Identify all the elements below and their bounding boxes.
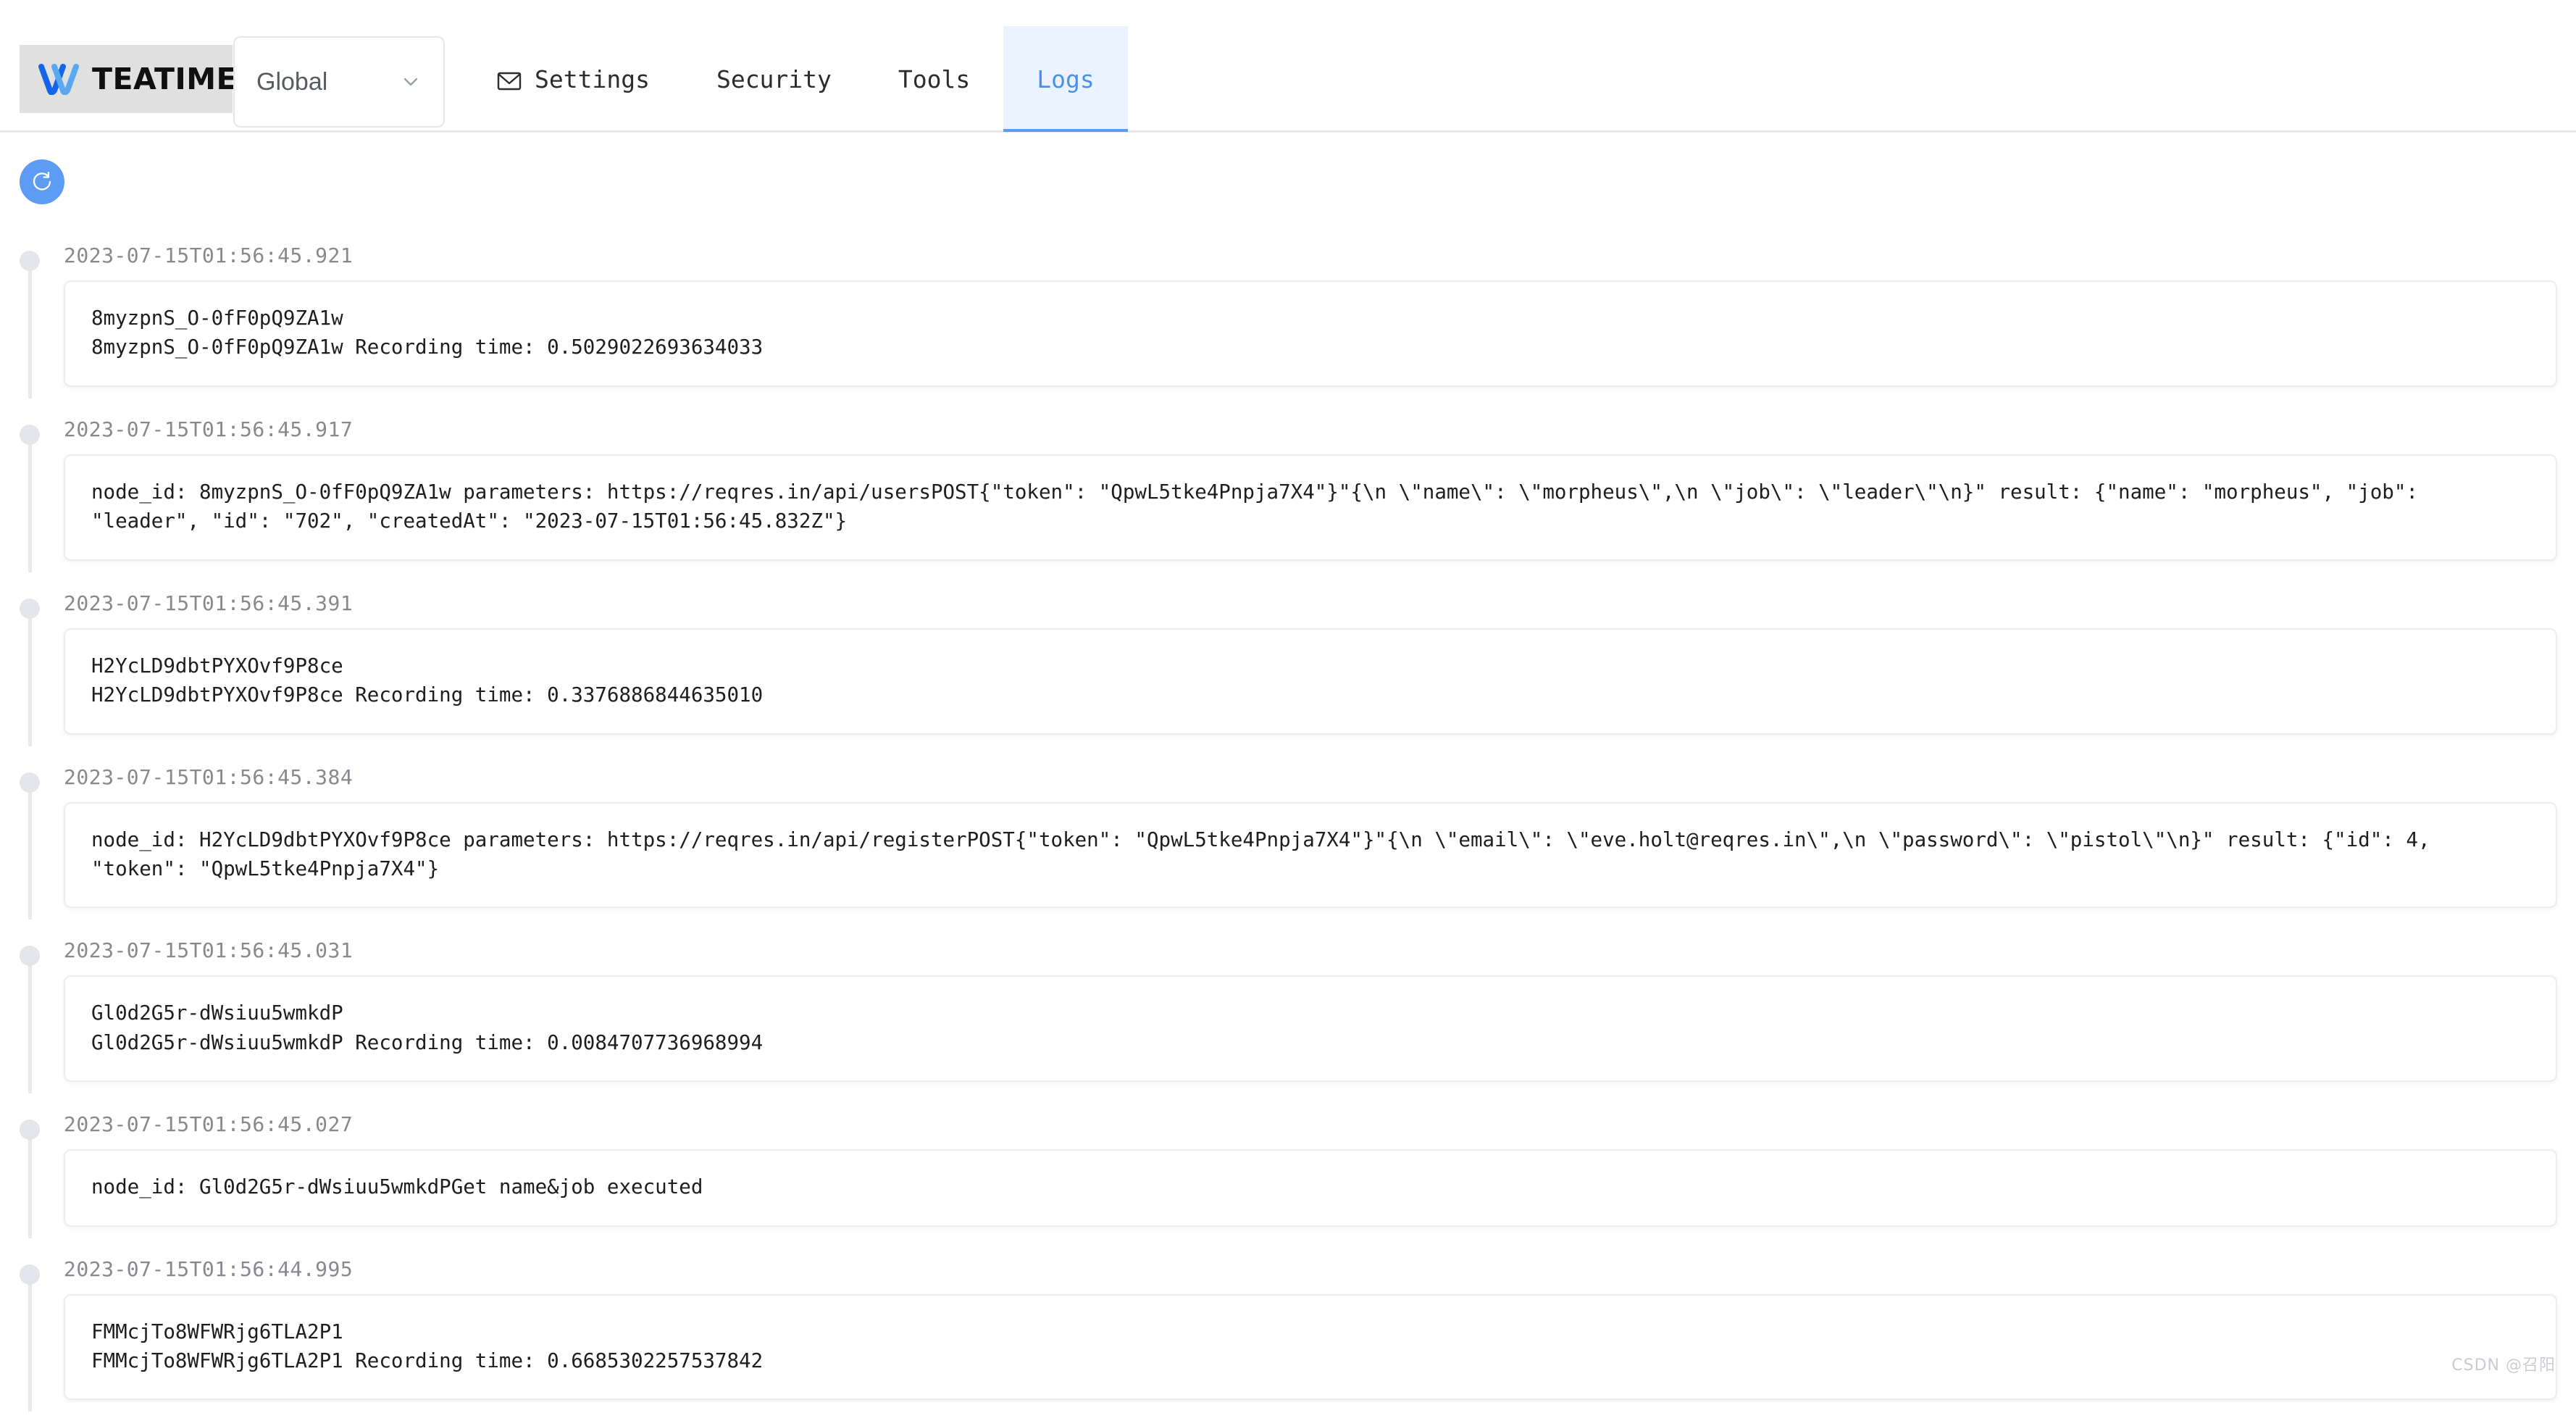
timeline-connector [28, 1264, 32, 1412]
log-message: H2YcLD9dbtPYXOvf9P8ce H2YcLD9dbtPYXOvf9P… [91, 651, 2530, 710]
timeline-dot [20, 1119, 40, 1140]
log-timestamp: 2023-07-15T01:56:45.391 [64, 587, 2576, 628]
timeline-connector [28, 772, 32, 920]
envelope-icon [497, 69, 522, 89]
log-card[interactable]: 8myzpnS_O-0fF0pQ9ZA1w 8myzpnS_O-0fF0pQ9Z… [64, 280, 2557, 387]
region-select-value: Global [256, 68, 327, 96]
log-entry: 2023-07-15T01:56:45.921 8myzpnS_O-0fF0pQ9… [0, 239, 2576, 387]
log-message: 8myzpnS_O-0fF0pQ9ZA1w 8myzpnS_O-0fF0pQ9Z… [91, 304, 2530, 362]
tab-tools-label: Tools [898, 65, 970, 93]
timeline-connector [28, 946, 32, 1093]
log-timestamp: 2023-07-15T01:56:45.917 [64, 413, 2576, 454]
timeline-connector [28, 425, 32, 572]
brand-logo-block: TEATIME [20, 45, 233, 113]
log-card[interactable]: H2YcLD9dbtPYXOvf9P8ce H2YcLD9dbtPYXOvf9P… [64, 628, 2557, 735]
tab-tools[interactable]: Tools [865, 26, 1003, 132]
tab-logs-label: Logs [1037, 65, 1094, 93]
log-timestamp: 2023-07-15T01:56:45.031 [64, 934, 2576, 975]
main-tabs: Settings Security Tools Logs [464, 26, 1128, 132]
log-message: FMMcjTo8WFWRjg6TLA2P1 FMMcjTo8WFWRjg6TLA… [91, 1317, 2530, 1376]
log-entry: 2023-07-15T01:56:45.917 node_id: 8myzpnS_… [0, 413, 2576, 561]
log-entry: 2023-07-15T01:56:45.391 H2YcLD9dbtPYXOvf9… [0, 587, 2576, 735]
chevron-down-icon [400, 71, 422, 93]
refresh-icon [30, 170, 54, 195]
log-message: Gl0d2G5r-dWsiuu5wmkdP Gl0d2G5r-dWsiuu5wm… [91, 998, 2530, 1057]
tab-logs[interactable]: Logs [1003, 26, 1127, 132]
log-timestamp: 2023-07-15T01:56:45.921 [64, 239, 2576, 280]
tab-settings-label: Settings [535, 65, 650, 93]
log-message: node_id: H2YcLD9dbtPYXOvf9P8ce parameter… [91, 825, 2530, 884]
header-divider [0, 130, 2576, 133]
refresh-button[interactable] [20, 159, 64, 204]
log-timestamp: 2023-07-15T01:56:45.027 [64, 1108, 2576, 1149]
app-header: TEATIME Global Settings Security Tools [0, 0, 2576, 132]
region-select[interactable]: Global [233, 36, 445, 128]
watermark: CSDN @召阳 [2451, 1352, 2556, 1375]
tab-security[interactable]: Security [683, 26, 865, 132]
timeline-dot [20, 425, 40, 445]
timeline-connector [28, 599, 32, 746]
log-entry: 2023-07-15T01:56:45.027 node_id: Gl0d2G5r… [0, 1108, 2576, 1226]
log-timestamp: 2023-07-15T01:56:45.384 [64, 761, 2576, 802]
timeline-dot [20, 251, 40, 271]
tab-settings[interactable]: Settings [464, 26, 683, 132]
log-card[interactable]: node_id: H2YcLD9dbtPYXOvf9P8ce parameter… [64, 802, 2557, 909]
log-message: node_id: Gl0d2G5r-dWsiuu5wmkdPGet name&j… [91, 1172, 2530, 1201]
log-entry: 2023-07-15T01:56:45.384 node_id: H2YcLD9d… [0, 761, 2576, 909]
log-card[interactable]: FMMcjTo8WFWRjg6TLA2P1 FMMcjTo8WFWRjg6TLA… [64, 1294, 2557, 1401]
teatime-wave-logo-icon [38, 63, 79, 95]
log-card[interactable]: Gl0d2G5r-dWsiuu5wmkdP Gl0d2G5r-dWsiuu5wm… [64, 975, 2557, 1082]
log-message: node_id: 8myzpnS_O-0fF0pQ9ZA1w parameter… [91, 478, 2530, 536]
log-entry: 2023-07-15T01:56:44.995 FMMcjTo8WFWRjg6TL… [0, 1253, 2576, 1401]
brand-name: TEATIME [92, 62, 237, 96]
log-entry: 2023-07-15T01:56:45.031 Gl0d2G5r-dWsiuu5w… [0, 934, 2576, 1082]
log-card[interactable]: node_id: 8myzpnS_O-0fF0pQ9ZA1w parameter… [64, 454, 2557, 561]
tab-security-label: Security [716, 65, 832, 93]
timeline-dot [20, 1264, 40, 1285]
log-timestamp: 2023-07-15T01:56:44.995 [64, 1253, 2576, 1294]
log-card[interactable]: node_id: Gl0d2G5r-dWsiuu5wmkdPGet name&j… [64, 1149, 2557, 1226]
timeline-connector [28, 251, 32, 399]
timeline-dot [20, 599, 40, 619]
timeline-dot [20, 946, 40, 966]
timeline-dot [20, 772, 40, 793]
log-timeline: 2023-07-15T01:56:45.921 8myzpnS_O-0fF0pQ9… [0, 239, 2576, 1426]
